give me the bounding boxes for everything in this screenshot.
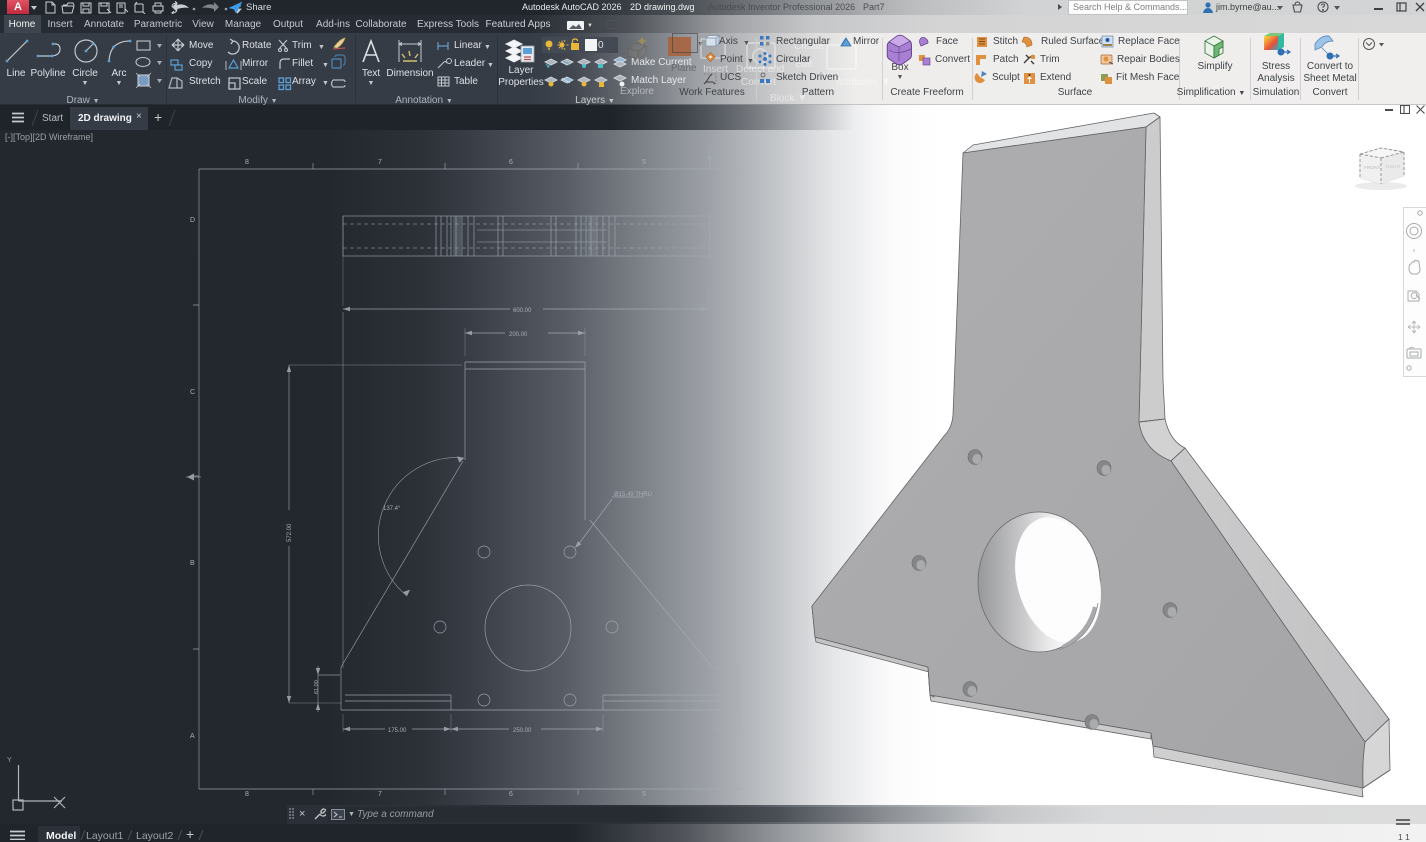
svg-text:FRONT: FRONT (1364, 165, 1381, 171)
svg-text:RIGHT: RIGHT (1386, 164, 1401, 170)
